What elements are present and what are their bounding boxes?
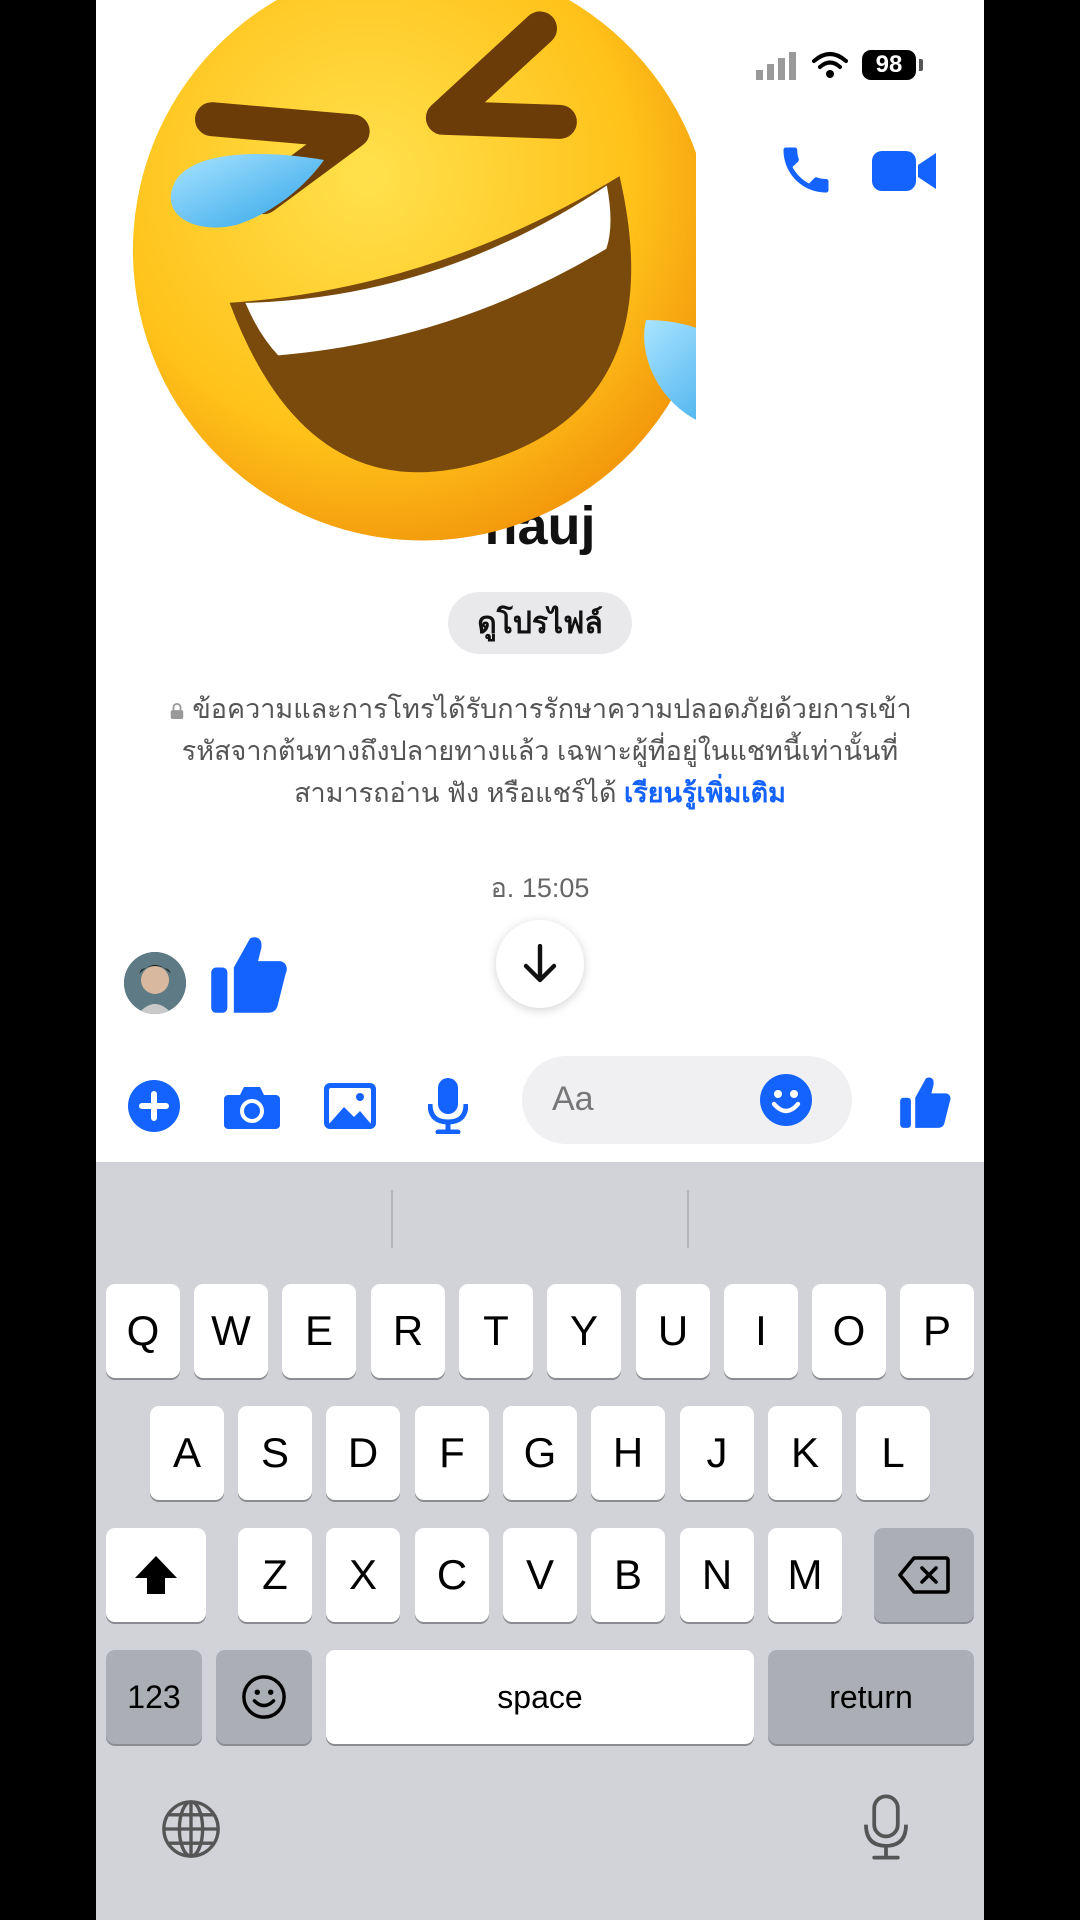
lock-icon (171, 703, 184, 719)
image-icon (324, 1083, 376, 1129)
key-a[interactable]: A (150, 1406, 224, 1500)
key-x[interactable]: X (326, 1528, 400, 1622)
voice-message-button[interactable] (420, 1078, 476, 1134)
key-m[interactable]: M (768, 1528, 842, 1622)
gallery-button[interactable] (322, 1078, 378, 1134)
battery-tip (919, 59, 923, 71)
key-h[interactable]: H (591, 1406, 665, 1500)
key-f[interactable]: F (415, 1406, 489, 1500)
message-timestamp: อ. 15:05 (490, 873, 590, 903)
key-t[interactable]: T (459, 1284, 533, 1378)
numbers-key[interactable]: 123 (106, 1650, 202, 1744)
backspace-icon (898, 1556, 950, 1594)
globe-icon[interactable] (160, 1798, 222, 1860)
scroll-to-bottom-button[interactable] (496, 920, 584, 1008)
encryption-notice-text: ข้อความและการโทรได้รับการรักษาความปลอดภั… (181, 694, 912, 808)
signal-icon (756, 52, 796, 80)
phone-screen: 98 hauj ดูโปรไฟล์ ข้อความและการโทรได้รับ… (96, 0, 984, 1920)
avatar-image (124, 952, 186, 1014)
camera-icon (224, 1087, 280, 1129)
encryption-notice: ข้อความและการโทรได้รับการรักษาความปลอดภั… (156, 688, 924, 814)
send-like-icon[interactable] (898, 1074, 954, 1130)
keyboard: Q W E R T Y U I O P A S D F G H J K L Z … (96, 1162, 984, 1920)
key-l[interactable]: L (856, 1406, 930, 1500)
key-j[interactable]: J (680, 1406, 754, 1500)
shift-arrow-icon (135, 1556, 177, 1594)
key-w[interactable]: W (194, 1284, 268, 1378)
battery-indicator: 98 (862, 50, 916, 80)
learn-more-link[interactable]: เรียนรู้เพิ่มเติม (624, 778, 786, 808)
key-v[interactable]: V (503, 1528, 577, 1622)
return-key[interactable]: return (768, 1650, 974, 1744)
smiley-icon (242, 1675, 286, 1719)
suggestion-divider (391, 1190, 393, 1248)
emoji-keyboard-key[interactable] (216, 1650, 312, 1744)
key-i[interactable]: I (724, 1284, 798, 1378)
key-b[interactable]: B (591, 1528, 665, 1622)
space-key[interactable]: space (326, 1650, 754, 1744)
view-profile-button[interactable]: ดูโปรไฟล์ (448, 592, 632, 654)
emoji-icon[interactable] (760, 1074, 812, 1126)
contact-avatar[interactable] (124, 952, 186, 1014)
key-p[interactable]: P (900, 1284, 974, 1378)
arrow-down-icon (523, 944, 557, 983)
key-u[interactable]: U (636, 1284, 710, 1378)
video-call-icon[interactable] (872, 145, 936, 197)
camera-button[interactable] (224, 1078, 280, 1134)
shift-key[interactable] (106, 1528, 206, 1622)
plus-icon (128, 1080, 180, 1132)
key-s[interactable]: S (238, 1406, 312, 1500)
backspace-key[interactable] (874, 1528, 974, 1622)
key-k[interactable]: K (768, 1406, 842, 1500)
microphone-icon (428, 1078, 468, 1134)
rolling-laughing-emoji-sticker (132, 0, 696, 541)
thumbs-up-message-icon[interactable] (210, 932, 290, 1016)
suggestion-divider (687, 1190, 689, 1248)
key-q[interactable]: Q (106, 1284, 180, 1378)
plus-button[interactable] (126, 1078, 182, 1134)
key-n[interactable]: N (680, 1528, 754, 1622)
key-y[interactable]: Y (547, 1284, 621, 1378)
key-d[interactable]: D (326, 1406, 400, 1500)
key-o[interactable]: O (812, 1284, 886, 1378)
key-z[interactable]: Z (238, 1528, 312, 1622)
key-c[interactable]: C (415, 1528, 489, 1622)
key-e[interactable]: E (282, 1284, 356, 1378)
wifi-icon (812, 52, 848, 78)
phone-call-icon[interactable] (776, 140, 836, 200)
message-input-placeholder: Aa (552, 1080, 594, 1118)
key-g[interactable]: G (503, 1406, 577, 1500)
key-r[interactable]: R (371, 1284, 445, 1378)
dictation-mic-icon[interactable] (862, 1794, 910, 1860)
